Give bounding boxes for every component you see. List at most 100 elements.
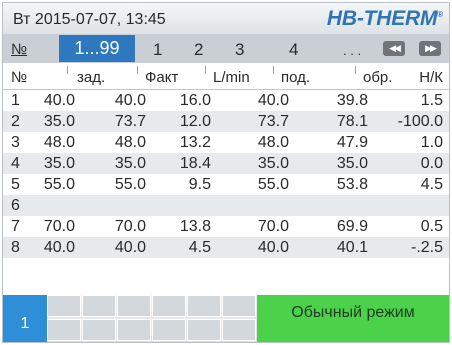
supply-temp-value: 48.0: [257, 134, 289, 151]
return-temp-value: 40.1: [336, 239, 368, 256]
program-number-button[interactable]: 1: [3, 295, 47, 342]
status-footer: 1 Обычный режим: [3, 295, 449, 342]
flow-value: 16.0: [179, 92, 211, 109]
row-number: 5: [11, 176, 20, 193]
header-divider: [205, 66, 206, 74]
header-divider: [355, 66, 356, 74]
heat-cool-value: 1.0: [420, 134, 443, 151]
table-row[interactable]: 5 55.0 55.0 9.5 55.0 53.8 4.5: [3, 174, 449, 195]
table-row[interactable]: 1 40.0 40.0 16.0 40.0 39.8 1.5: [3, 90, 449, 111]
actual-value: 55.0: [114, 176, 146, 193]
page-no-label: №: [11, 41, 28, 58]
status-slot: [152, 319, 186, 341]
flow-value: 9.5: [188, 176, 211, 193]
actual-value: 48.0: [114, 134, 146, 151]
table-header: № зад. Факт L/min под. обр. Н/К: [3, 64, 449, 90]
flow-value: 12.0: [179, 113, 211, 130]
table-row[interactable]: 6: [3, 195, 449, 216]
return-temp-value: 78.1: [336, 113, 368, 130]
status-slot: [82, 319, 116, 341]
heat-cool-value: 1.5: [420, 92, 443, 109]
supply-temp-value: 35.0: [257, 155, 289, 172]
col-header-supply: под.: [281, 69, 311, 86]
supply-temp-value: 73.7: [257, 113, 289, 130]
return-temp-value: 69.9: [336, 218, 368, 235]
status-slot: [117, 319, 151, 341]
row-number: 3: [11, 134, 20, 151]
status-slot: [82, 295, 116, 317]
page-button-4[interactable]: 4: [289, 40, 298, 60]
supply-temp-value: 55.0: [257, 176, 289, 193]
row-number: 7: [11, 218, 20, 235]
header-divider: [273, 66, 274, 74]
setpoint-value: 35.0: [43, 155, 75, 172]
supply-temp-value: 70.0: [257, 218, 289, 235]
status-slots: [47, 295, 257, 342]
next-page-icon[interactable]: ▶▶: [419, 41, 441, 56]
datetime: Вт 2015-07-07, 13:45: [13, 11, 166, 28]
flow-value: 18.4: [179, 155, 211, 172]
status-slot: [222, 295, 256, 317]
page-button-2[interactable]: 2: [194, 40, 203, 60]
page-button-3[interactable]: 3: [235, 40, 244, 60]
more-pages-indicator: . . .: [343, 43, 362, 58]
col-header-actual: Факт: [145, 69, 179, 86]
data-table: № зад. Факт L/min под. обр. Н/К 1 40.0 40.…: [3, 64, 449, 258]
brand-logo: HB-THERM®: [326, 7, 443, 30]
status-slot: [47, 295, 81, 317]
controller-screen: Вт 2015-07-07, 13:45 HB-THERM® № 1...99 …: [2, 2, 450, 343]
table-row[interactable]: 3 48.0 48.0 13.2 48.0 47.9 1.0: [3, 132, 449, 153]
row-number: 6: [11, 197, 20, 214]
heat-cool-value: 0.0: [420, 155, 443, 172]
row-number: 2: [11, 113, 20, 130]
supply-temp-value: 40.0: [257, 239, 289, 256]
row-number: 8: [11, 239, 20, 256]
flow-value: 4.5: [188, 239, 211, 256]
actual-value: 70.0: [114, 218, 146, 235]
return-temp-value: 35.0: [336, 155, 368, 172]
status-slot: [187, 295, 221, 317]
header-divider: [137, 66, 138, 74]
supply-temp-value: 40.0: [257, 92, 289, 109]
table-row[interactable]: 7 70.0 70.0 13.8 70.0 69.9 0.5: [3, 216, 449, 237]
actual-value: 40.0: [114, 92, 146, 109]
return-temp-value: 47.9: [336, 134, 368, 151]
col-header-flow: L/min: [213, 69, 250, 86]
heat-cool-value: 0.5: [420, 218, 443, 235]
setpoint-value: 48.0: [43, 134, 75, 151]
prev-page-icon[interactable]: ◀◀: [383, 41, 405, 56]
heat-cool-value: -100.0: [397, 113, 443, 130]
flow-value: 13.8: [179, 218, 211, 235]
heat-cool-value: -.2.5: [410, 239, 443, 256]
table-row[interactable]: 8 40.0 40.0 4.5 40.0 40.1 -.2.5: [3, 237, 449, 258]
setpoint-value: 40.0: [43, 239, 75, 256]
setpoint-value: 70.0: [43, 218, 75, 235]
page-button-1[interactable]: 1: [153, 40, 162, 60]
page-selector: № 1...99 1 2 3 4 . . . ◀◀ ▶▶: [3, 34, 449, 63]
status-slot: [117, 295, 151, 317]
setpoint-value: 35.0: [43, 113, 75, 130]
setpoint-value: 55.0: [43, 176, 75, 193]
heat-cool-value: 4.5: [420, 176, 443, 193]
table-body: 1 40.0 40.0 16.0 40.0 39.8 1.5 2 35.0 73.7 12.0 73.…: [3, 90, 449, 258]
table-row[interactable]: 2 35.0 73.7 12.0 73.7 78.1 -100.0: [3, 111, 449, 132]
status-slot: [47, 319, 81, 341]
col-header-heat-cool: Н/К: [419, 69, 443, 86]
status-slot: [152, 295, 186, 317]
return-temp-value: 39.8: [336, 92, 368, 109]
actual-value: 73.7: [114, 113, 146, 130]
row-number: 4: [11, 155, 20, 172]
actual-value: 35.0: [114, 155, 146, 172]
table-row[interactable]: 4 35.0 35.0 18.4 35.0 35.0 0.0: [3, 153, 449, 174]
col-header-no: №: [11, 69, 28, 86]
setpoint-value: 40.0: [43, 92, 75, 109]
header-divider: [67, 66, 68, 74]
col-header-return: обр.: [363, 69, 393, 86]
header-bar: Вт 2015-07-07, 13:45 HB-THERM®: [3, 3, 449, 34]
flow-value: 13.2: [179, 134, 211, 151]
actual-value: 40.0: [114, 239, 146, 256]
return-temp-value: 53.8: [336, 176, 368, 193]
operating-mode-status[interactable]: Обычный режим: [257, 295, 449, 342]
page-range-button[interactable]: 1...99: [59, 35, 135, 62]
col-header-setpoint: зад.: [77, 69, 106, 86]
